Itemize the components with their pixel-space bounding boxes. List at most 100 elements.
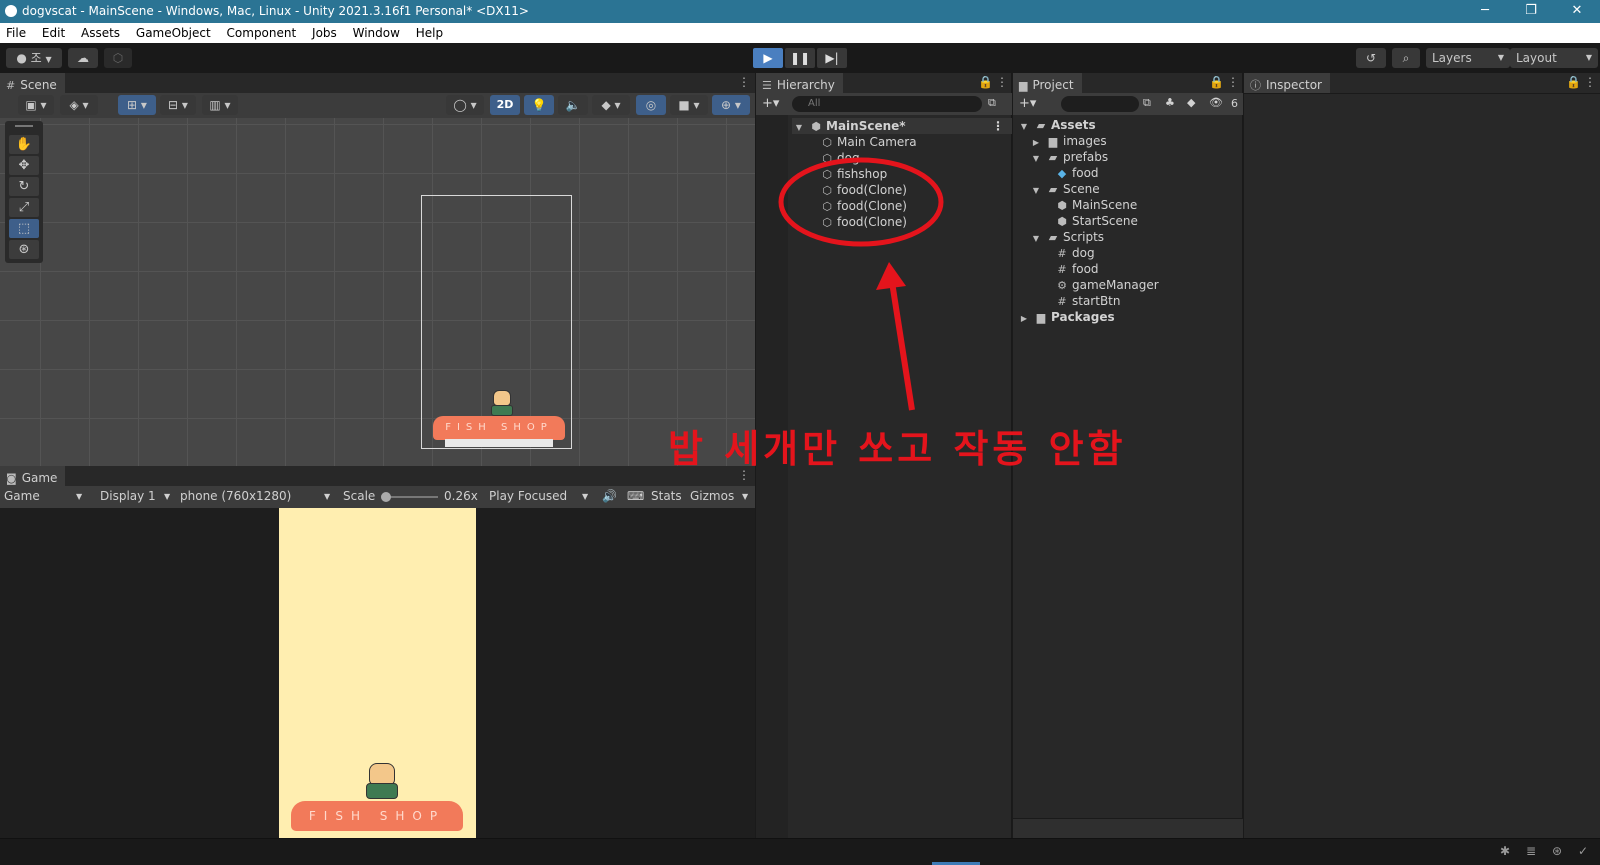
scale-tool[interactable]: ⤢ — [9, 198, 39, 217]
script-dog[interactable]: # dog — [1055, 245, 1094, 261]
folder-images[interactable]: ▶ ▆ images — [1029, 133, 1107, 149]
rotate-tool[interactable]: ↻ — [9, 177, 39, 196]
keyboard-icon[interactable]: ⌨ — [627, 489, 644, 503]
tab-inspector[interactable]: ⓘ Inspector — [1244, 73, 1330, 93]
hidden-objects-toggle[interactable]: ◎ — [636, 95, 666, 115]
restore-button[interactable]: ❐ — [1508, 0, 1554, 23]
tab-hierarchy[interactable]: ☰ Hierarchy — [756, 73, 843, 93]
lock-icon[interactable]: 🔒 — [1209, 75, 1224, 89]
account-dropdown[interactable]: ● 조 ▼ — [6, 48, 62, 68]
stats-button[interactable]: Stats — [651, 489, 682, 503]
more-options-icon[interactable]: ⋮ — [1227, 75, 1239, 89]
stack-icon[interactable]: ≣ — [1526, 844, 1536, 858]
display-select[interactable]: Display 1 — [100, 489, 156, 503]
gizmos-dropdown[interactable]: ⊕ ▾ — [712, 95, 750, 115]
step-button[interactable]: ▶| — [817, 48, 847, 68]
add-icon[interactable]: +▾ — [762, 96, 779, 111]
resolution-select[interactable]: phone (760x1280) — [180, 489, 291, 503]
game-viewport[interactable]: FISH SHOP — [279, 508, 476, 838]
fishshop-sprite[interactable]: FISH SHOP — [433, 416, 565, 440]
effects-dropdown[interactable]: ◆ ▾ — [592, 95, 630, 115]
more-options-icon[interactable]: ⋮ — [1584, 75, 1596, 89]
game-view-select[interactable]: Game — [4, 489, 40, 503]
transform-tool[interactable]: ⊛ — [9, 240, 39, 259]
history-button[interactable]: ↺ — [1356, 48, 1386, 68]
layers-dropdown[interactable]: Layers ▼ — [1426, 48, 1510, 68]
menu-jobs[interactable]: Jobs — [306, 23, 343, 43]
play-focused-select[interactable]: Play Focused — [489, 489, 567, 503]
move-tool[interactable]: ✥ — [9, 156, 39, 175]
cloud-button[interactable]: ☁ — [68, 48, 98, 68]
check-icon[interactable]: ✓ — [1578, 844, 1588, 858]
layout-dropdown[interactable]: Layout ▼ — [1510, 48, 1598, 68]
folder-scripts[interactable]: ▼ ▰ Scripts — [1029, 229, 1104, 245]
grid-snap-dropdown[interactable]: ⊞ ▾ — [118, 95, 156, 115]
menu-window[interactable]: Window — [347, 23, 406, 43]
hierarchy-item-main-camera[interactable]: ⬡ Main Camera — [820, 134, 916, 150]
gizmo-cube-dropdown[interactable]: ◈ ▾ — [60, 95, 98, 115]
lock-icon[interactable]: 🔒 — [978, 75, 993, 89]
hand-tool[interactable]: ✋ — [9, 135, 39, 154]
mute-audio-icon[interactable]: 🔊 — [602, 489, 617, 503]
hierarchy-item-food-clone[interactable]: ⬡ food(Clone) — [820, 182, 907, 198]
menu-help[interactable]: Help — [410, 23, 449, 43]
mode-2d-toggle[interactable]: 2D — [490, 95, 520, 115]
folder-assets[interactable]: ▼ ▰ Assets — [1017, 117, 1096, 133]
pause-button[interactable]: ❚❚ — [785, 48, 815, 68]
hierarchy-item-food-clone[interactable]: ⬡ food(Clone) — [820, 198, 907, 214]
more-options-icon[interactable]: ⋮ — [738, 75, 750, 89]
search-by-type-icon[interactable]: ⧉ — [1143, 96, 1151, 110]
prefab-food[interactable]: ◆ food — [1055, 165, 1099, 181]
scale-slider-track[interactable] — [383, 496, 438, 498]
hierarchy-item-fishshop[interactable]: ⬡ fishshop — [820, 166, 887, 182]
script-food[interactable]: # food — [1055, 261, 1098, 277]
script-start-btn[interactable]: # startBtn — [1055, 293, 1120, 309]
script-game-manager[interactable]: ⚙ gameManager — [1055, 277, 1159, 293]
project-search-input[interactable] — [1061, 96, 1139, 112]
draw-mode-dropdown[interactable]: ▣ ▾ — [18, 95, 54, 115]
debug-icon[interactable]: ✱ — [1500, 844, 1510, 858]
play-button[interactable]: ▶ — [753, 48, 783, 68]
bake-icon[interactable]: ⊛ — [1552, 844, 1562, 858]
menu-gameobject[interactable]: GameObject — [130, 23, 217, 43]
tab-game[interactable]: ◙ Game — [0, 466, 66, 486]
more-options-icon[interactable]: ⋮ — [992, 118, 1004, 134]
folder-scene[interactable]: ▼ ▰ Scene — [1029, 181, 1100, 197]
more-options-icon[interactable]: ⋮ — [996, 75, 1008, 89]
gizmos-button[interactable]: Gizmos — [690, 489, 734, 503]
asset-main-scene[interactable]: ⬢ MainScene — [1055, 197, 1137, 213]
audio-toggle[interactable]: 🔈 — [558, 95, 588, 115]
collab-button[interactable]: ⬡ — [104, 48, 132, 68]
tab-scene[interactable]: # Scene — [0, 73, 65, 93]
cat-sprite[interactable] — [487, 390, 517, 416]
tab-project[interactable]: ▆ Project — [1013, 73, 1082, 93]
folder-packages[interactable]: ▶ ▆ Packages — [1017, 309, 1115, 325]
scene-viewport[interactable]: FISH SHOP — [0, 118, 755, 466]
menu-component[interactable]: Component — [221, 23, 303, 43]
menu-edit[interactable]: Edit — [36, 23, 71, 43]
filter-by-label-icon[interactable]: ♣ — [1165, 96, 1175, 109]
add-icon[interactable]: +▾ — [1019, 96, 1036, 111]
hierarchy-item-food-clone[interactable]: ⬡ food(Clone) — [820, 214, 907, 230]
menu-file[interactable]: File — [0, 23, 32, 43]
search-button[interactable]: ⌕ — [1392, 48, 1420, 68]
close-button[interactable]: ✕ — [1554, 0, 1600, 23]
menu-assets[interactable]: Assets — [75, 23, 126, 43]
hierarchy-search-input[interactable]: All — [792, 96, 982, 112]
shading-dropdown[interactable]: ◯ ▾ — [446, 95, 484, 115]
folder-prefabs[interactable]: ▼ ▰ prefabs — [1029, 149, 1108, 165]
drag-handle[interactable] — [15, 125, 33, 127]
minimize-button[interactable]: ─ — [1462, 0, 1508, 23]
hierarchy-item-dog[interactable]: ⬡ dog — [820, 150, 859, 166]
tag-icon[interactable]: ◆ — [1187, 96, 1195, 109]
lighting-toggle[interactable]: 💡 — [524, 95, 554, 115]
camera-dropdown[interactable]: ■ ▾ — [670, 95, 708, 115]
ruler-dropdown[interactable]: ▥ ▾ — [202, 95, 238, 115]
hidden-packages-icon[interactable]: 👁 — [1209, 96, 1223, 109]
rect-tool[interactable]: ⬚ — [9, 219, 39, 238]
asset-start-scene[interactable]: ⬢ StartScene — [1055, 213, 1138, 229]
increment-snap-dropdown[interactable]: ⊟ ▾ — [160, 95, 196, 115]
scene-root-item[interactable]: ▼ ⬢ MainScene* ⋮ — [792, 118, 1012, 134]
search-by-type-icon[interactable]: ⧉ — [988, 96, 996, 110]
scale-slider-thumb[interactable] — [381, 492, 391, 502]
